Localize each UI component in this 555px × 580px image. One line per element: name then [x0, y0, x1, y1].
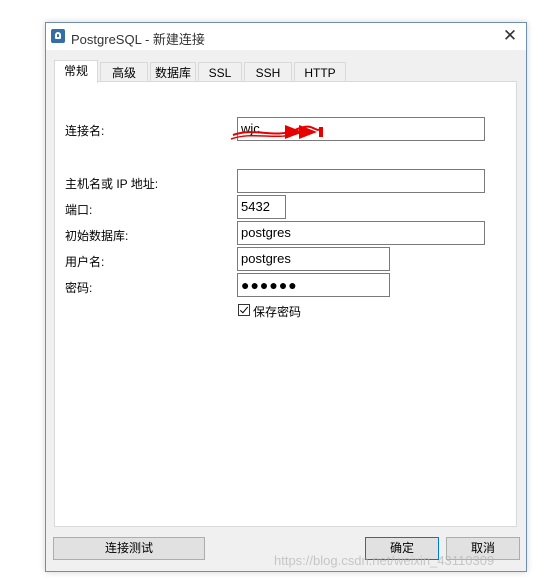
username-field[interactable]: postgres	[237, 247, 390, 271]
username-label: 用户名:	[65, 255, 105, 269]
password-field[interactable]: ●●●●●●	[237, 273, 390, 297]
csdn-watermark: https://blog.csdn.net/weixin_43110309	[274, 553, 495, 568]
tab-ssh[interactable]: SSH	[244, 62, 292, 82]
port-label: 端口:	[65, 203, 93, 217]
general-panel: 连接名: wjc 主机名或 IP 地址: 端口: 5432 初始数据库: pos…	[54, 81, 517, 527]
tab-database[interactable]: 数据库	[150, 62, 196, 82]
tab-ssl[interactable]: SSL	[198, 62, 242, 82]
host-label: 主机名或 IP 地址:	[65, 177, 159, 191]
connection-name-label: 连接名:	[65, 124, 105, 138]
save-password-label: 保存密码	[253, 305, 302, 319]
initial-database-field[interactable]: postgres	[237, 221, 485, 245]
tab-general[interactable]: 常规	[54, 60, 98, 83]
initial-database-label: 初始数据库:	[65, 229, 129, 243]
port-field[interactable]: 5432	[237, 195, 286, 219]
window-title: PostgreSQL - 新建连接	[71, 32, 205, 47]
tab-advanced[interactable]: 高级	[100, 62, 148, 82]
title-bar[interactable]: PostgreSQL - 新建连接 ✕	[46, 23, 526, 50]
redaction-scribble	[230, 125, 323, 140]
save-password-checkbox[interactable]	[238, 304, 250, 316]
host-field[interactable]	[237, 169, 485, 193]
password-label: 密码:	[65, 281, 93, 295]
test-connection-button[interactable]: 连接测试	[53, 537, 205, 560]
new-connection-dialog: PostgreSQL - 新建连接 ✕ 常规 高级 数据库 SSL SSH HT…	[45, 22, 527, 572]
tab-http[interactable]: HTTP	[294, 62, 346, 82]
close-icon[interactable]: ✕	[500, 26, 520, 46]
postgresql-elephant-icon	[51, 29, 65, 43]
